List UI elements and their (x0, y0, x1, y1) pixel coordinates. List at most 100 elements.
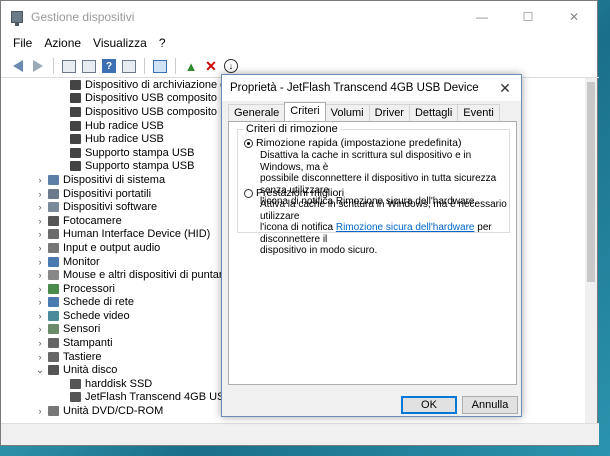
device-icon (70, 79, 81, 90)
chevron-right-icon[interactable]: › (35, 352, 45, 362)
device-icon (48, 188, 59, 199)
tree-scrollbar[interactable] (585, 78, 597, 423)
device-icon (48, 324, 59, 335)
maximize-button[interactable]: ☐ (505, 1, 551, 33)
update-driver-button[interactable] (120, 57, 138, 75)
tree-item-label: Schede di rete (63, 296, 134, 309)
chevron-right-icon[interactable]: › (35, 284, 45, 294)
forward-button[interactable] (29, 57, 47, 75)
quick-removal-option[interactable]: Rimozione rapida (impostazione predefini… (244, 137, 461, 149)
menu-visualizza[interactable]: Visualizza (87, 36, 153, 50)
tree-item-label: Supporto stampa USB (85, 160, 195, 173)
chevron-right-icon[interactable]: › (35, 297, 45, 307)
update-driver-icon (122, 59, 136, 73)
menu-file[interactable]: File (7, 36, 38, 50)
status-bar (1, 423, 599, 445)
better-performance-label: Prestazioni migliori (256, 187, 345, 199)
forward-arrow-icon (33, 60, 43, 72)
back-arrow-icon (13, 60, 23, 72)
chevron-right-icon[interactable]: › (35, 324, 45, 334)
cancel-button[interactable]: Annulla (462, 396, 518, 414)
device-icon (70, 161, 81, 172)
chevron-right-icon[interactable]: › (35, 257, 45, 267)
tree-item-label: Dispositivo USB composito (85, 105, 218, 118)
device-icon (48, 283, 59, 294)
chevron-right-icon[interactable]: › (35, 406, 45, 416)
chevron-right-icon[interactable]: › (35, 189, 45, 199)
tab-eventi[interactable]: Eventi (457, 104, 500, 121)
dialog-tabs: Generale Criteri Volumi Driver Dettagli … (228, 102, 500, 121)
disable-button[interactable]: ↓ (222, 57, 240, 75)
minimize-button[interactable]: — (459, 1, 505, 33)
desc-line: Disattiva la cache in scrittura sul disp… (260, 150, 472, 173)
chevron-right-icon[interactable]: › (35, 243, 45, 253)
removal-policy-group: Criteri di rimozione Rimozione rapida (i… (237, 123, 510, 256)
menu-bar: File Azione Visualizza ? (1, 33, 597, 53)
device-icon (70, 392, 81, 403)
chevron-right-icon[interactable]: › (35, 338, 45, 348)
better-performance-option[interactable]: Prestazioni migliori (244, 187, 344, 199)
desc-line: Attiva la cache in scrittura in Windows,… (260, 199, 507, 222)
toolbar-separator (144, 58, 145, 74)
tree-item-label: Hub radice USB (85, 133, 164, 146)
device-icon (70, 93, 81, 104)
chevron-right-icon[interactable]: › (35, 202, 45, 212)
chevron-right-icon[interactable]: › (35, 270, 45, 280)
tab-driver[interactable]: Driver (368, 104, 410, 121)
desc-line: dispositivo in modo sicuro. (260, 245, 378, 256)
back-button[interactable] (9, 57, 27, 75)
properties-dialog: Proprietà - JetFlash Transcend 4GB USB D… (221, 74, 522, 417)
desc-text: l'icona di notifica (260, 222, 336, 233)
chevron-down-icon[interactable]: ⌄ (35, 365, 45, 376)
add-driver-icon: ▲ (184, 58, 198, 74)
properties-button[interactable] (80, 57, 98, 75)
menu-azione[interactable]: Azione (38, 36, 87, 50)
tree-item-label: Fotocamere (63, 214, 122, 227)
tree-item-label: Unità disco (63, 364, 118, 377)
uninstall-button[interactable]: ✕ (202, 57, 220, 75)
device-icon (48, 365, 59, 376)
scan-hardware-button[interactable] (151, 57, 169, 75)
chevron-right-icon[interactable]: › (35, 311, 45, 321)
dialog-close-button[interactable]: ✕ (495, 78, 515, 98)
device-icon (70, 134, 81, 145)
download-arrow-icon: ↓ (224, 59, 238, 73)
tree-item-label: Supporto stampa USB (85, 146, 195, 159)
properties-icon (82, 59, 96, 73)
tree-item-label: Stampanti (63, 337, 113, 350)
tree-item-label: Human Interface Device (HID) (63, 228, 211, 241)
scrollbar-thumb[interactable] (587, 82, 595, 282)
menu-help[interactable]: ? (153, 36, 172, 50)
desc-line: l'icona di notifica Rimozione sicura del… (260, 222, 510, 245)
tab-generale[interactable]: Generale (228, 104, 286, 121)
tab-dettagli[interactable]: Dettagli (408, 104, 459, 121)
tree-item-label: Unità DVD/CD-ROM (63, 405, 164, 418)
help-icon: ? (102, 59, 116, 73)
device-icon (48, 174, 59, 185)
help-button[interactable]: ? (100, 57, 118, 75)
tree-item-label: harddisk SSD (85, 377, 153, 390)
better-performance-description: Attiva la cache in scrittura in Windows,… (260, 199, 510, 257)
device-icon (48, 297, 59, 308)
tab-volumi[interactable]: Volumi (324, 104, 370, 121)
device-icon (48, 229, 59, 240)
chevron-right-icon[interactable]: › (35, 175, 45, 185)
chevron-right-icon[interactable]: › (35, 216, 45, 226)
safely-remove-hardware-link[interactable]: Rimozione sicura dell'hardware (336, 222, 475, 233)
dialog-title: Proprietà - JetFlash Transcend 4GB USB D… (222, 75, 521, 101)
chevron-right-icon[interactable]: › (35, 229, 45, 239)
add-driver-button[interactable]: ▲ (182, 57, 200, 75)
group-label: Criteri di rimozione (244, 123, 340, 135)
tab-criteri[interactable]: Criteri (284, 102, 326, 121)
tree-item-label: Dispositivi portatili (63, 187, 152, 200)
ok-button[interactable]: OK (401, 396, 457, 414)
show-hide-tree-button[interactable] (60, 57, 78, 75)
device-icon (48, 351, 59, 362)
quick-removal-radio[interactable] (244, 139, 253, 148)
better-performance-radio[interactable] (244, 189, 253, 198)
tree-item-label: Sensori (63, 323, 101, 336)
device-icon (70, 106, 81, 117)
device-icon (70, 147, 81, 158)
tree-item-label: Dispositivi software (63, 201, 158, 214)
close-button[interactable]: ✕ (551, 1, 597, 33)
